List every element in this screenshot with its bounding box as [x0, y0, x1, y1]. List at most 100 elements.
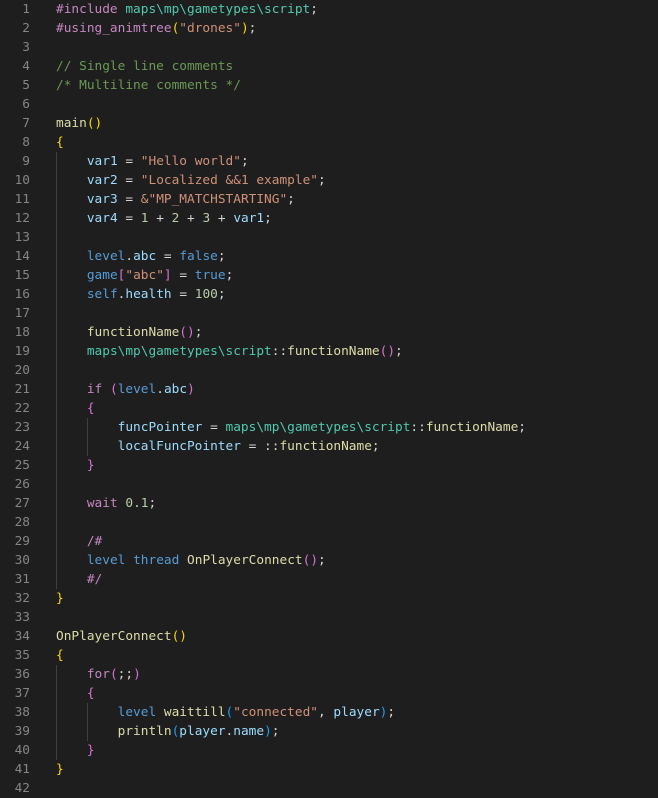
- code-line[interactable]: 23 funcPointer = maps\mp\gametypes\scrip…: [0, 418, 658, 437]
- code-line[interactable]: 18 functionName();: [0, 323, 658, 342]
- code-text[interactable]: #include maps\mp\gametypes\script;: [56, 0, 318, 19]
- code-line[interactable]: 29 /#: [0, 532, 658, 551]
- code-line[interactable]: 27 wait 0.1;: [0, 494, 658, 513]
- code-text[interactable]: level thread OnPlayerConnect();: [56, 551, 326, 570]
- code-token: ]: [163, 268, 172, 283]
- code-token: ;: [287, 192, 295, 207]
- code-text[interactable]: OnPlayerConnect(): [56, 627, 187, 646]
- code-token: wait: [86, 496, 118, 511]
- code-line[interactable]: 16 self.health = 100;: [0, 285, 658, 304]
- code-line[interactable]: 11 var3 = &"MP_MATCHSTARTING";: [0, 190, 658, 209]
- code-line[interactable]: 8{: [0, 133, 658, 152]
- code-text[interactable]: /* Multiline comments */: [56, 76, 241, 95]
- code-line[interactable]: 32}: [0, 589, 658, 608]
- code-text[interactable]: }: [56, 741, 95, 760]
- code-line[interactable]: 21 if (level.abc): [0, 380, 658, 399]
- code-text[interactable]: #/: [56, 570, 102, 589]
- code-text[interactable]: println(player.name);: [56, 722, 280, 741]
- code-line[interactable]: 22 {: [0, 399, 658, 418]
- code-line[interactable]: 1 #include maps\mp\gametypes\script;: [0, 0, 658, 19]
- code-line[interactable]: 39 println(player.name);: [0, 722, 658, 741]
- code-editor[interactable]: 1 #include maps\mp\gametypes\script; 2 #usi…: [0, 0, 658, 796]
- code-line[interactable]: 3: [0, 38, 658, 57]
- code-token: functionName: [287, 344, 380, 359]
- code-line[interactable]: 20: [0, 361, 658, 380]
- code-line[interactable]: 12 var4 = 1 + 2 + 3 + var1;: [0, 209, 658, 228]
- code-line[interactable]: 42: [0, 779, 658, 798]
- code-line[interactable]: 28: [0, 513, 658, 532]
- code-line[interactable]: 34 OnPlayerConnect(): [0, 627, 658, 646]
- code-line[interactable]: 26: [0, 475, 658, 494]
- code-line[interactable]: 14 level.abc = false;: [0, 247, 658, 266]
- code-line[interactable]: 31 #/: [0, 570, 658, 589]
- code-text[interactable]: self.health = 100;: [56, 285, 226, 304]
- code-token: ;: [271, 724, 280, 739]
- code-text[interactable]: {: [56, 684, 95, 703]
- code-text[interactable]: }: [56, 760, 64, 779]
- code-token: level: [86, 553, 126, 568]
- code-line[interactable]: 10 var2 = "Localized &&1 example";: [0, 171, 658, 190]
- code-line[interactable]: 38 level waittill("connected", player);: [0, 703, 658, 722]
- code-token: (): [179, 325, 195, 340]
- code-text[interactable]: }: [56, 589, 64, 608]
- code-line[interactable]: 19 maps\mp\gametypes\script::functionNam…: [0, 342, 658, 361]
- code-text[interactable]: // Single line comments: [56, 57, 233, 76]
- code-line[interactable]: 17: [0, 304, 658, 323]
- code-text[interactable]: {: [56, 646, 64, 665]
- code-token: ;: [317, 173, 326, 188]
- code-line[interactable]: 4 // Single line comments: [0, 57, 658, 76]
- code-text[interactable]: main(): [56, 114, 102, 133]
- code-token: #/: [86, 572, 103, 587]
- code-text[interactable]: funcPointer = maps\mp\gametypes\script::…: [56, 418, 526, 437]
- code-token: =: [117, 211, 141, 226]
- code-line[interactable]: 15 game["abc"] = true;: [0, 266, 658, 285]
- line-number: 37: [14, 686, 30, 701]
- code-token: }: [56, 591, 64, 606]
- code-text[interactable]: maps\mp\gametypes\script::functionName()…: [56, 342, 403, 361]
- code-text[interactable]: game["abc"] = true;: [56, 266, 233, 285]
- code-text[interactable]: level waittill("connected", player);: [56, 703, 395, 722]
- code-text[interactable]: localFuncPointer = ::functionName;: [56, 437, 380, 456]
- code-text[interactable]: var3 = &"MP_MATCHSTARTING";: [56, 190, 295, 209]
- code-text[interactable]: {: [56, 133, 64, 152]
- code-line[interactable]: 37 {: [0, 684, 658, 703]
- code-text[interactable]: if (level.abc): [56, 380, 195, 399]
- code-line[interactable]: 5 /* Multiline comments */: [0, 76, 658, 95]
- code-token: }: [86, 458, 95, 473]
- code-text[interactable]: }: [56, 456, 95, 475]
- code-line[interactable]: 41}: [0, 760, 658, 779]
- code-text[interactable]: #using_animtree("drones");: [56, 19, 256, 38]
- code-line[interactable]: 13: [0, 228, 658, 247]
- code-line[interactable]: 36 for(;;): [0, 665, 658, 684]
- code-line[interactable]: 35 {: [0, 646, 658, 665]
- code-line[interactable]: 7 main(): [0, 114, 658, 133]
- code-text[interactable]: /#: [56, 532, 102, 551]
- line-number: 8: [22, 135, 30, 150]
- code-line[interactable]: 24 localFuncPointer = ::functionName;: [0, 437, 658, 456]
- code-line[interactable]: 9 var1 = "Hello world";: [0, 152, 658, 171]
- code-token: =: [171, 268, 195, 283]
- code-line[interactable]: 6: [0, 95, 658, 114]
- code-text[interactable]: for(;;): [56, 665, 141, 684]
- code-text[interactable]: wait 0.1;: [56, 494, 156, 513]
- code-token: player: [333, 705, 380, 720]
- code-line[interactable]: 33: [0, 608, 658, 627]
- code-text[interactable]: var1 = "Hello world";: [56, 152, 249, 171]
- code-text[interactable]: var2 = "Localized &&1 example";: [56, 171, 326, 190]
- code-token: game: [86, 268, 118, 283]
- code-text[interactable]: functionName();: [56, 323, 203, 342]
- code-line[interactable]: 30 level thread OnPlayerConnect();: [0, 551, 658, 570]
- code-line[interactable]: 25 }: [0, 456, 658, 475]
- code-text[interactable]: level.abc = false;: [56, 247, 226, 266]
- code-text[interactable]: var4 = 1 + 2 + 3 + var1;: [56, 209, 272, 228]
- code-text[interactable]: {: [56, 399, 95, 418]
- line-number: 15: [14, 268, 30, 283]
- code-token: level: [117, 705, 157, 720]
- code-line[interactable]: 2 #using_animtree("drones");: [0, 19, 658, 38]
- code-line[interactable]: 40 }: [0, 741, 658, 760]
- code-token: var2: [86, 173, 118, 188]
